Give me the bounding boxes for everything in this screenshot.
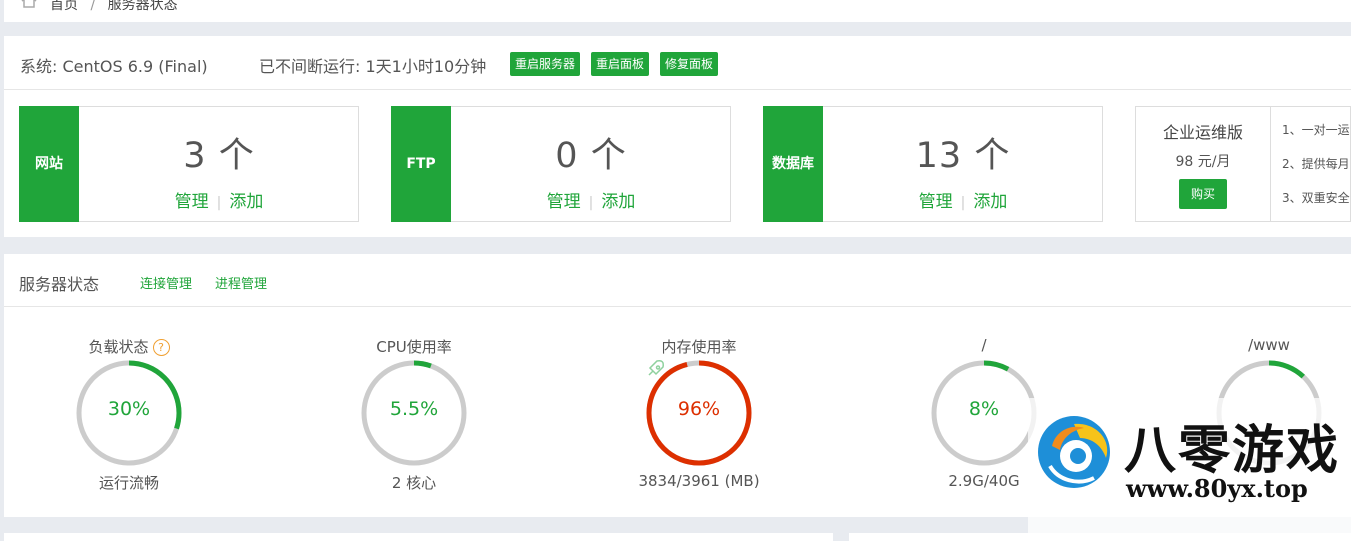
load-gauge[interactable]: 负载状态? 30% 运行流畅	[49, 336, 209, 493]
gauge-percent: 96%	[677, 398, 721, 420]
link-separator: |	[960, 195, 966, 211]
overview-panel: 系统: CentOS 6.9 (Final) 已不间断运行: 1天1小时10分钟…	[4, 36, 1351, 237]
feature-item: 2、提供每月	[1282, 157, 1350, 171]
breadcrumb: 首页 / 服务器状态	[4, 0, 1351, 22]
breadcrumb-text: 首页 / 服务器状态	[50, 0, 178, 14]
breadcrumb-current: 服务器状态	[107, 0, 178, 13]
gauge-percent: 30%	[107, 398, 151, 420]
watermark-logo-icon	[1038, 416, 1110, 488]
feature-item: 3、双重安全	[1282, 191, 1350, 205]
help-icon[interactable]: ?	[152, 339, 170, 356]
status-header: 服务器状态 连接管理 进程管理	[4, 254, 1351, 307]
database-card: 数据库 13 个 管理 | 添加	[763, 106, 1103, 222]
gauge-subtext: 运行流畅	[98, 474, 159, 492]
website-tag: 网站	[19, 106, 79, 222]
gauge-title: CPU使用率	[376, 338, 452, 356]
link-separator: |	[216, 195, 222, 211]
gauge-title: /www	[1248, 336, 1290, 354]
breadcrumb-separator: /	[90, 0, 96, 13]
feature-item: 1、一对一运	[1282, 123, 1350, 137]
bottom-panel-left	[4, 533, 833, 541]
gauge-ring: 8%	[929, 358, 1039, 468]
database-add-link[interactable]: 添加	[973, 192, 1007, 212]
os-info: 系统: CentOS 6.9 (Final)	[20, 57, 208, 76]
home-icon[interactable]	[20, 0, 38, 8]
database-tag: 数据库	[763, 106, 823, 222]
enterprise-features: 1、一对一运 2、提供每月 3、双重安全	[1282, 121, 1350, 223]
status-title: 服务器状态	[19, 275, 100, 294]
gauge-subtext: 3834/3961 (MB)	[638, 472, 760, 490]
ftp-add-link[interactable]: 添加	[601, 192, 635, 212]
gauge-percent: 8%	[968, 398, 1000, 420]
link-separator: |	[588, 195, 594, 211]
gauge-title: 内存使用率	[661, 338, 737, 356]
website-count: 3 个	[183, 136, 255, 176]
website-card: 网站 3 个 管理 | 添加	[19, 106, 359, 222]
system-info-bar: 系统: CentOS 6.9 (Final) 已不间断运行: 1天1小时10分钟…	[4, 36, 1351, 90]
restart-panel-button[interactable]: 重启面板	[591, 52, 650, 76]
enterprise-price: 98 元/月	[1175, 154, 1231, 170]
gauge-title: 负载状态	[88, 338, 149, 356]
connection-manage-link[interactable]: 连接管理	[140, 273, 192, 292]
uptime-info: 已不间断运行: 1天1小时10分钟	[259, 57, 487, 76]
rocket-icon[interactable]	[644, 358, 666, 380]
watermark-title: 八零游戏	[1124, 421, 1341, 481]
process-manage-link[interactable]: 进程管理	[215, 273, 267, 292]
watermark-url: www.80yx.top	[1126, 474, 1308, 503]
gauge-ring: 5.5%	[359, 358, 469, 468]
enterprise-card: 企业运维版 98 元/月 购买 1、一对一运 2、提供每月 3、双重安全	[1135, 106, 1351, 222]
ftp-manage-link[interactable]: 管理	[547, 192, 581, 212]
restart-server-button[interactable]: 重启服务器	[510, 52, 581, 76]
website-add-link[interactable]: 添加	[229, 192, 263, 212]
website-manage-link[interactable]: 管理	[175, 192, 209, 212]
cpu-gauge[interactable]: CPU使用率 5.5% 2 核心	[334, 336, 494, 493]
ftp-card: FTP 0 个 管理 | 添加	[391, 106, 731, 222]
watermark: 八零游戏 www.80yx.top	[1028, 398, 1351, 541]
gauge-title: /	[981, 336, 987, 354]
gauge-ring: 30%	[74, 358, 184, 468]
ftp-count: 0 个	[555, 136, 627, 176]
database-manage-link[interactable]: 管理	[919, 192, 953, 212]
ftp-tag: FTP	[391, 106, 451, 222]
breadcrumb-home[interactable]: 首页	[50, 0, 78, 13]
enterprise-name: 企业运维版	[1162, 123, 1243, 142]
memory-gauge[interactable]: 内存使用率 96% 3834/3961 (MB)	[619, 336, 779, 490]
buy-button[interactable]: 购买	[1179, 179, 1227, 209]
repair-panel-button[interactable]: 修复面板	[660, 52, 719, 76]
gauge-percent: 5.5%	[389, 398, 439, 420]
gauge-ring: 96%	[644, 358, 754, 468]
gauge-subtext: 2 核心	[391, 474, 437, 492]
database-count: 13 个	[915, 136, 1011, 176]
